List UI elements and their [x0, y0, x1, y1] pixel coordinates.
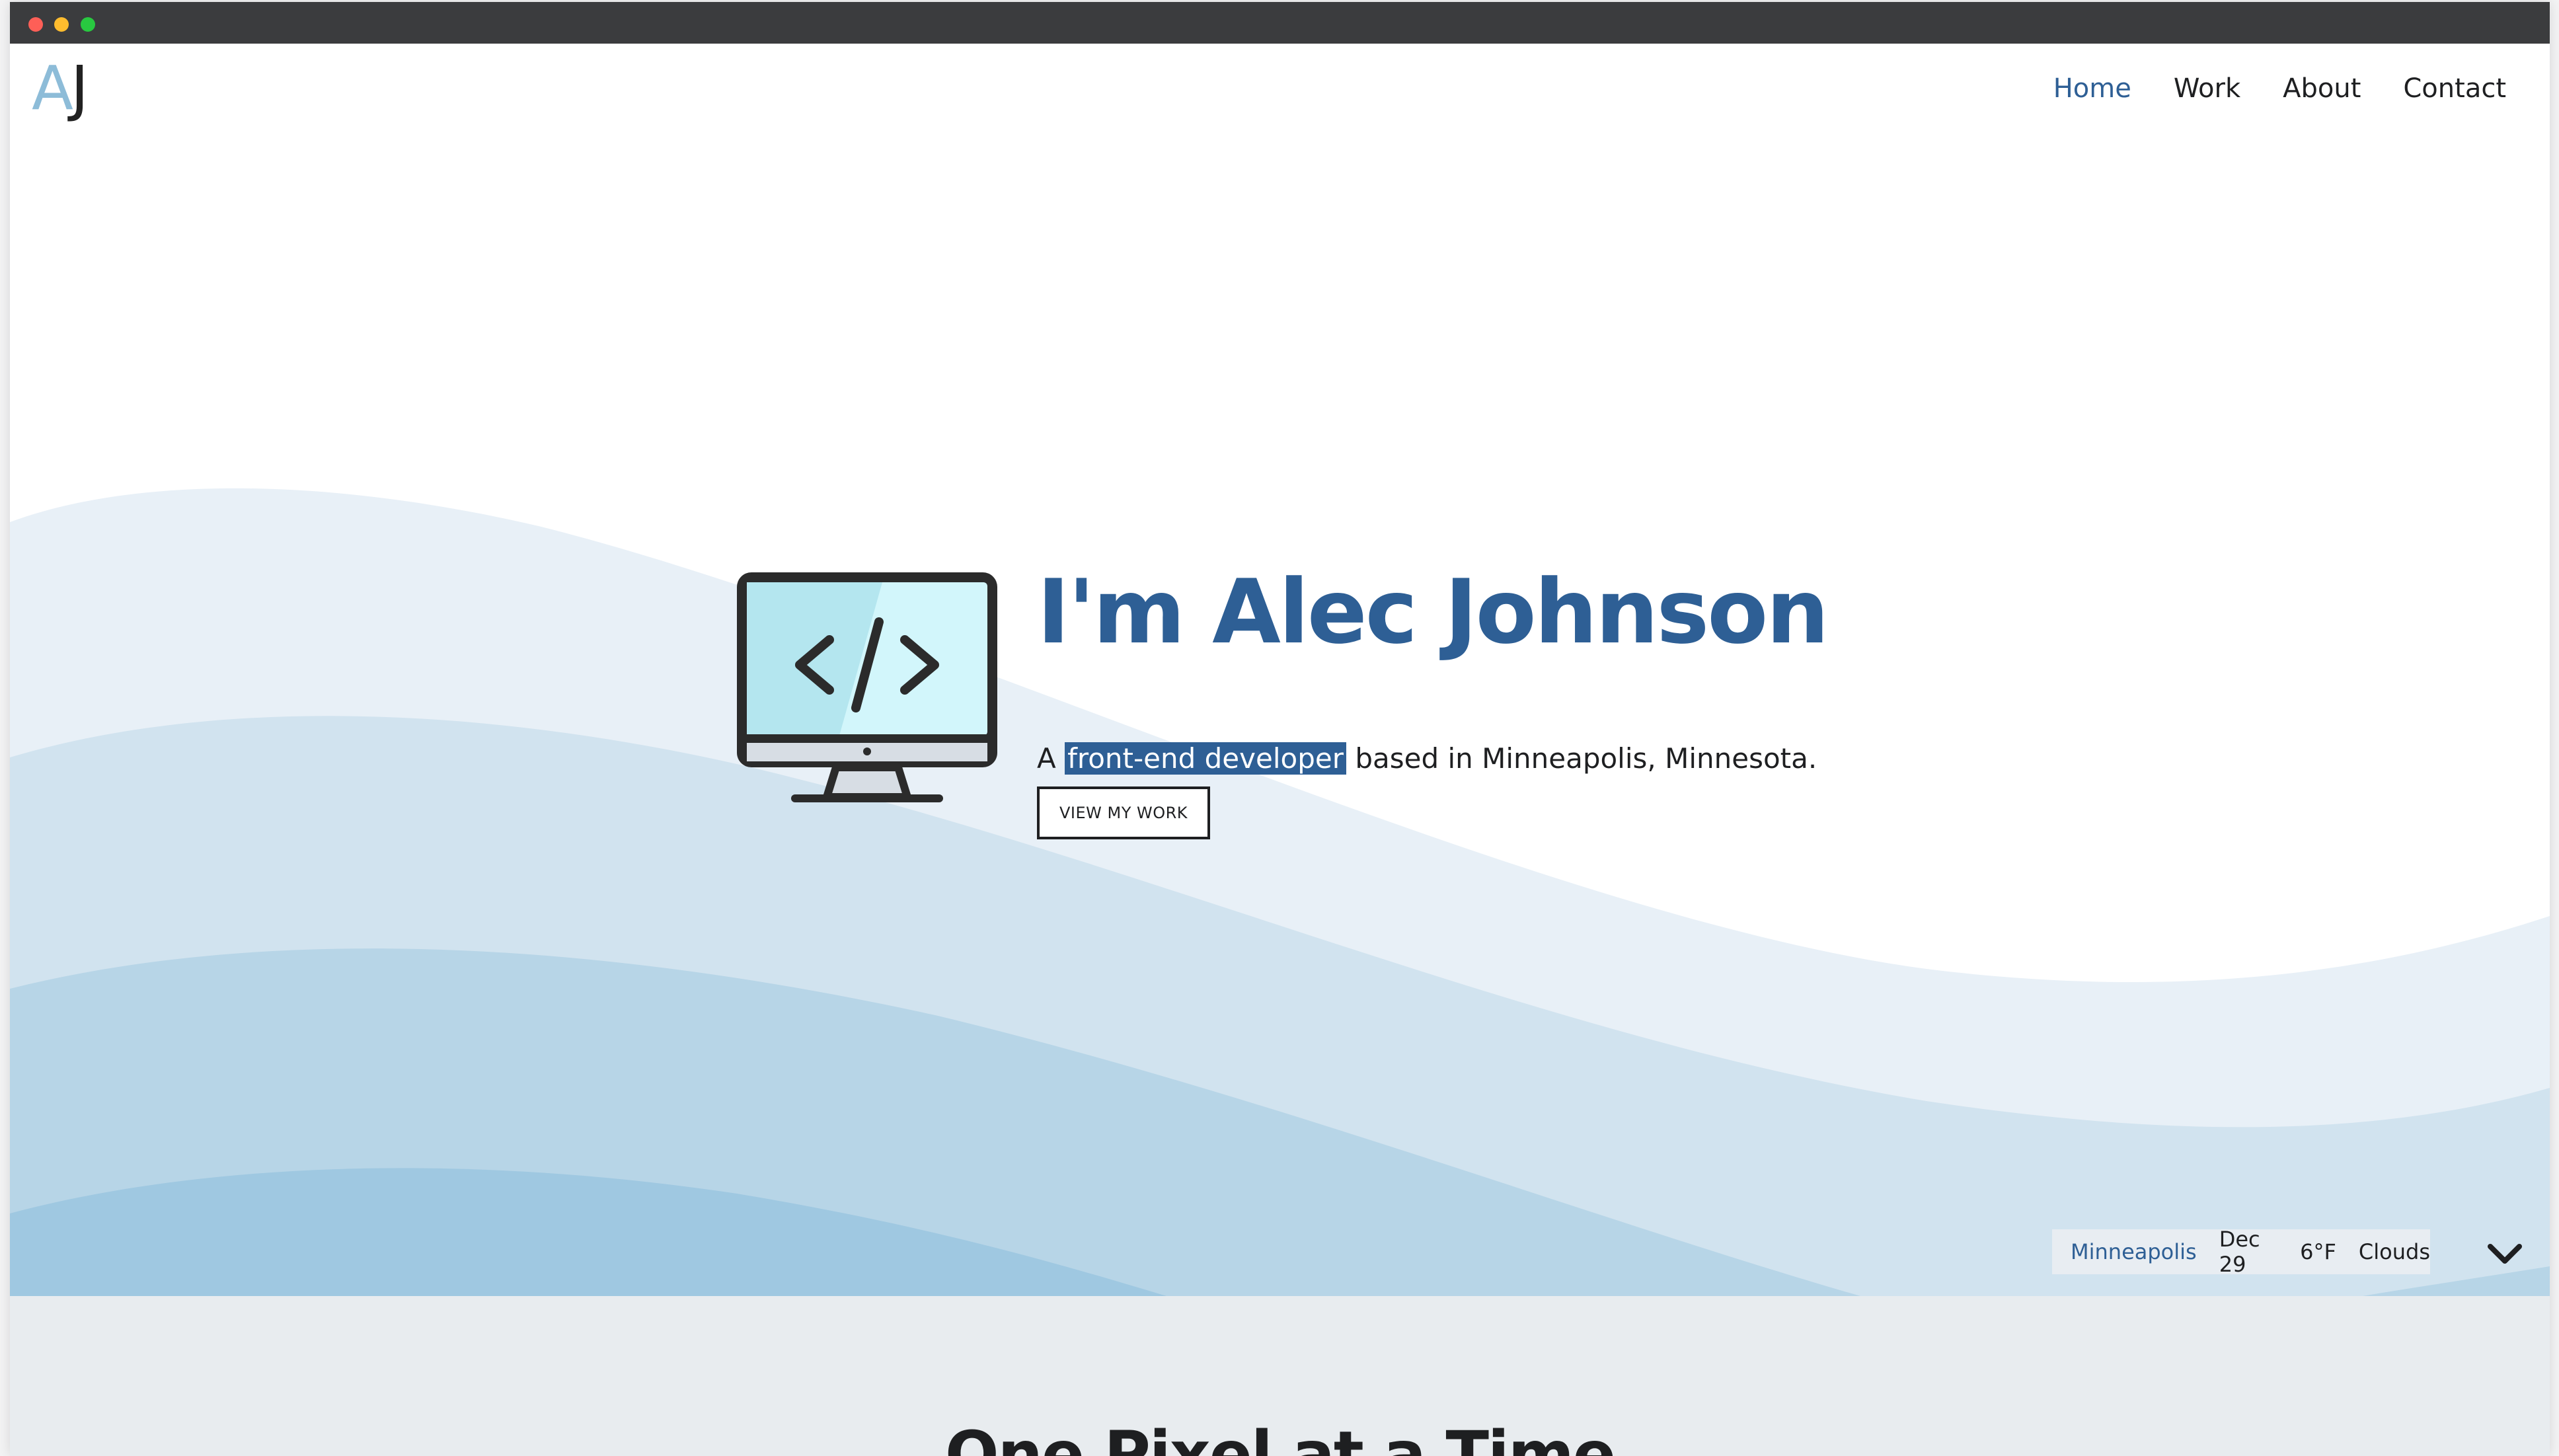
- section-title: One Pixel at a Time: [945, 1418, 1616, 1456]
- chevron-down-icon[interactable]: [2485, 1233, 2525, 1273]
- weather-condition: Clouds: [2358, 1239, 2430, 1264]
- hero-headline: I'm Alec Johnson: [1037, 560, 1829, 664]
- page: AJ Home Work About Contact I'm Alec John…: [10, 44, 2550, 1456]
- weather-date: Dec 29: [2219, 1227, 2260, 1277]
- intro-section: One Pixel at a Time: [10, 1296, 2550, 1456]
- monitor-code-icon: [737, 572, 997, 802]
- minimize-window-button[interactable]: [54, 17, 69, 32]
- browser-window: AJ Home Work About Contact I'm Alec John…: [10, 2, 2550, 1456]
- logo-letter-a: A: [32, 53, 73, 124]
- weather-widget: Minneapolis Dec 29 6°F Clouds: [2052, 1227, 2430, 1277]
- logo-letter-j: J: [70, 53, 89, 124]
- weather-temp: 6°F: [2300, 1239, 2336, 1264]
- main-nav: Home Work About Contact: [2053, 73, 2506, 104]
- site-logo[interactable]: AJ: [32, 53, 89, 124]
- nav-link-about[interactable]: About: [2283, 73, 2361, 104]
- tagline-suffix: based in Minneapolis, Minnesota.: [1355, 742, 1817, 775]
- maximize-window-button[interactable]: [81, 17, 95, 32]
- hero-tagline: A front-end developer based in Minneapol…: [1037, 739, 1817, 779]
- view-my-work-button[interactable]: VIEW MY WORK: [1037, 786, 1210, 839]
- close-window-button[interactable]: [28, 17, 43, 32]
- nav-link-work[interactable]: Work: [2174, 73, 2240, 104]
- weather-city: Minneapolis: [2071, 1239, 2197, 1264]
- window-titlebar: [10, 2, 2550, 44]
- hero-section: AJ Home Work About Contact I'm Alec John…: [10, 44, 2550, 1296]
- tagline-highlight: front-end developer: [1065, 742, 1346, 775]
- nav-link-home[interactable]: Home: [2053, 73, 2131, 104]
- tagline-prefix: A: [1037, 742, 1056, 775]
- nav-link-contact[interactable]: Contact: [2403, 73, 2506, 104]
